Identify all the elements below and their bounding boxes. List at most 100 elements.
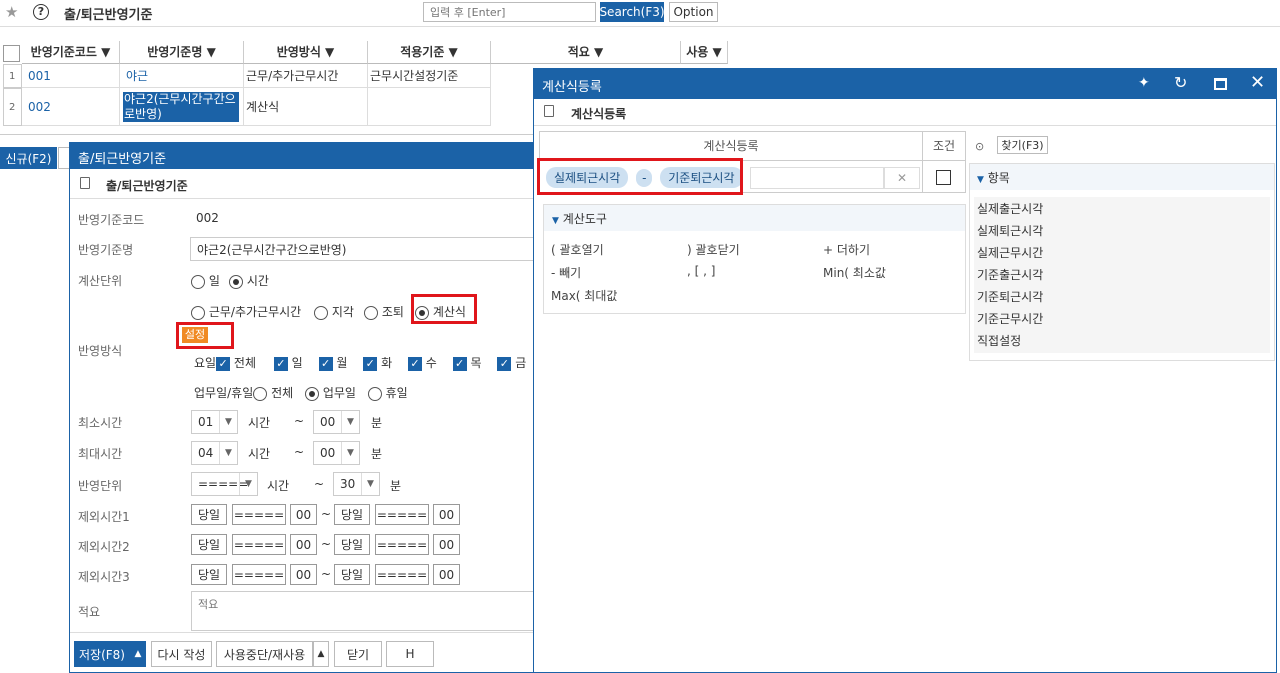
exclusion-dash-field[interactable]: =====	[375, 564, 429, 585]
item-list-entry[interactable]: 실제퇴근시각	[977, 222, 1043, 239]
new-button[interactable]: 신규(F2)	[0, 147, 57, 169]
max-minute-unit: 분	[371, 447, 383, 461]
col-use[interactable]: 사용 ▼	[681, 41, 728, 64]
name-input[interactable]: 야근2(근무시간구간으로반영)	[190, 237, 535, 261]
exclusion-zero-field[interactable]: 00	[290, 564, 317, 585]
calc-window-titlebar[interactable]: 계산식등록	[534, 69, 1276, 99]
calc-tool-item[interactable]: Max( 최대값	[551, 287, 617, 304]
unit-radio-time[interactable]: 시간	[229, 272, 269, 289]
exclusion-dash-field[interactable]: =====	[232, 504, 286, 525]
checkbox-checked-icon[interactable]: ✓	[273, 356, 288, 371]
radio-icon[interactable]	[253, 386, 268, 401]
find-button[interactable]: 찾기(F3)	[997, 136, 1048, 154]
item-list-entry[interactable]: 기준출근시각	[977, 266, 1043, 283]
exclusion-zero-field[interactable]: 00	[433, 504, 460, 525]
pin-icon[interactable]: ✦	[1138, 75, 1150, 91]
item-list-entry[interactable]: 기준근무시간	[977, 310, 1043, 327]
max-hour-select[interactable]: 04 ▼	[191, 441, 238, 465]
checkbox-checked-icon[interactable]: ✓	[363, 356, 378, 371]
radio-icon[interactable]	[367, 386, 382, 401]
cell-code[interactable]: 002	[22, 88, 120, 126]
calc-tool-item[interactable]: - 빼기	[551, 264, 581, 281]
item-list-entry[interactable]: 직접설정	[977, 332, 1021, 349]
checkbox-checked-icon[interactable]: ✓	[497, 356, 512, 371]
grid-select-all[interactable]	[3, 45, 20, 62]
row-num: 1	[3, 64, 22, 88]
rewrite-button[interactable]: 다시 작성	[151, 641, 212, 667]
cell-name[interactable]: 야근2(근무시간구간으로반영)	[120, 88, 244, 126]
col-basis[interactable]: 적용기준 ▼	[368, 41, 491, 64]
formula-text-box[interactable]	[750, 167, 884, 189]
cell-method[interactable]: 계산식	[244, 88, 368, 126]
calc-tool-item[interactable]: + 더하기	[823, 241, 870, 258]
calc-tool-item[interactable]: ( 괄호열기	[551, 241, 604, 258]
exclusion-day-field[interactable]: 당일	[334, 564, 370, 585]
cell-method[interactable]: 근무/추가근무시간	[244, 64, 368, 88]
exclusion-zero-field[interactable]: 00	[290, 504, 317, 525]
col-memo[interactable]: 적요 ▼	[491, 41, 681, 64]
cell-code[interactable]: 001	[22, 64, 120, 88]
stop-reuse-dropdown-button[interactable]: ▲	[313, 641, 329, 667]
refresh-icon[interactable]: ↻	[1174, 73, 1187, 92]
exclusion-day-field[interactable]: 당일	[191, 564, 227, 585]
checkbox-checked-icon[interactable]: ✓	[216, 356, 231, 371]
item-list-entry[interactable]: 기준퇴근시각	[977, 288, 1043, 305]
min-minute-select[interactable]: 00 ▼	[313, 410, 360, 434]
method-radio-late[interactable]: 지각	[314, 303, 354, 320]
max-minute-select[interactable]: 00 ▼	[313, 441, 360, 465]
h-button[interactable]: H	[386, 641, 434, 667]
save-dropdown-button[interactable]: ▲	[130, 641, 146, 667]
help-icon[interactable]: ?	[33, 4, 49, 20]
exclusion-day-field[interactable]: 당일	[191, 504, 227, 525]
stop-reuse-button[interactable]: 사용중단/재사용	[216, 641, 313, 667]
item-list-entry[interactable]: 실제근무시간	[977, 244, 1043, 261]
item-list-entry[interactable]: 실제출근시각	[977, 200, 1043, 217]
exclusion-dash-field[interactable]: =====	[232, 564, 286, 585]
calc-tool-item[interactable]: , [ , ]	[687, 264, 715, 278]
condition-checkbox[interactable]	[936, 170, 951, 185]
exclusion-day-field[interactable]: 당일	[334, 504, 370, 525]
cell-name[interactable]: 야근	[120, 64, 244, 88]
checkbox-checked-icon[interactable]: ✓	[452, 356, 467, 371]
close-icon[interactable]: ✕	[1250, 72, 1265, 93]
items-header[interactable]: ▼ 항목	[970, 164, 1274, 190]
form-window-titlebar[interactable]: 출/퇴근반영기준	[70, 143, 533, 169]
method-radio-work[interactable]: 근무/추가근무시간	[191, 303, 301, 320]
radio-checked-icon[interactable]	[305, 386, 319, 401]
min-hour-select[interactable]: 01 ▼	[191, 410, 238, 434]
search-input[interactable]	[423, 2, 596, 22]
form-section-title: 출/퇴근반영기준	[106, 179, 188, 193]
method-radio-early[interactable]: 조퇴	[364, 303, 404, 320]
star-icon[interactable]: ★	[5, 3, 18, 21]
exclusion-zero-field[interactable]: 00	[433, 564, 460, 585]
exclusion-day-field[interactable]: 당일	[334, 534, 370, 555]
exclusion-day-field[interactable]: 당일	[191, 534, 227, 555]
calc-tool-item[interactable]: Min( 최소값	[823, 264, 886, 281]
formula-clear-icon[interactable]: ✕	[884, 167, 920, 189]
exclusion-zero-field[interactable]: 00	[290, 534, 317, 555]
col-method[interactable]: 반영방식 ▼	[244, 41, 368, 64]
cell-basis[interactable]	[368, 88, 491, 126]
exclusion-dash-field[interactable]: =====	[375, 534, 429, 555]
cell-basis[interactable]: 근무시간설정기준	[368, 64, 491, 88]
reflect-unit-select[interactable]: ===== ▼	[191, 472, 258, 496]
search-button[interactable]: Search(F3)	[599, 2, 665, 22]
calc-tool-item[interactable]: ) 괄호닫기	[687, 241, 740, 258]
checkbox-checked-icon[interactable]: ✓	[407, 356, 422, 371]
exclusion-dash-field[interactable]: =====	[375, 504, 429, 525]
memo-textarea[interactable]	[191, 591, 535, 631]
maximize-icon[interactable]	[1214, 78, 1227, 90]
option-button[interactable]: Option	[669, 2, 718, 22]
exclusion-zero-field[interactable]: 00	[433, 534, 460, 555]
close-button[interactable]: 닫기	[334, 641, 382, 667]
exclusion-dash-field[interactable]: =====	[232, 534, 286, 555]
calc-tools-header[interactable]: ▼ 계산도구	[544, 205, 965, 231]
col-code[interactable]: 반영기준코드 ▼	[22, 41, 120, 64]
col-name[interactable]: 반영기준명 ▼	[120, 41, 244, 64]
reflect-value-select[interactable]: 30 ▼	[333, 472, 380, 496]
max-minute-value: 00	[320, 446, 336, 460]
unit-radio-day[interactable]: 일	[191, 272, 220, 289]
checkbox-checked-icon[interactable]: ✓	[318, 356, 333, 371]
code-value: 002	[196, 211, 219, 225]
save-button[interactable]: 저장(F8)	[74, 641, 130, 667]
